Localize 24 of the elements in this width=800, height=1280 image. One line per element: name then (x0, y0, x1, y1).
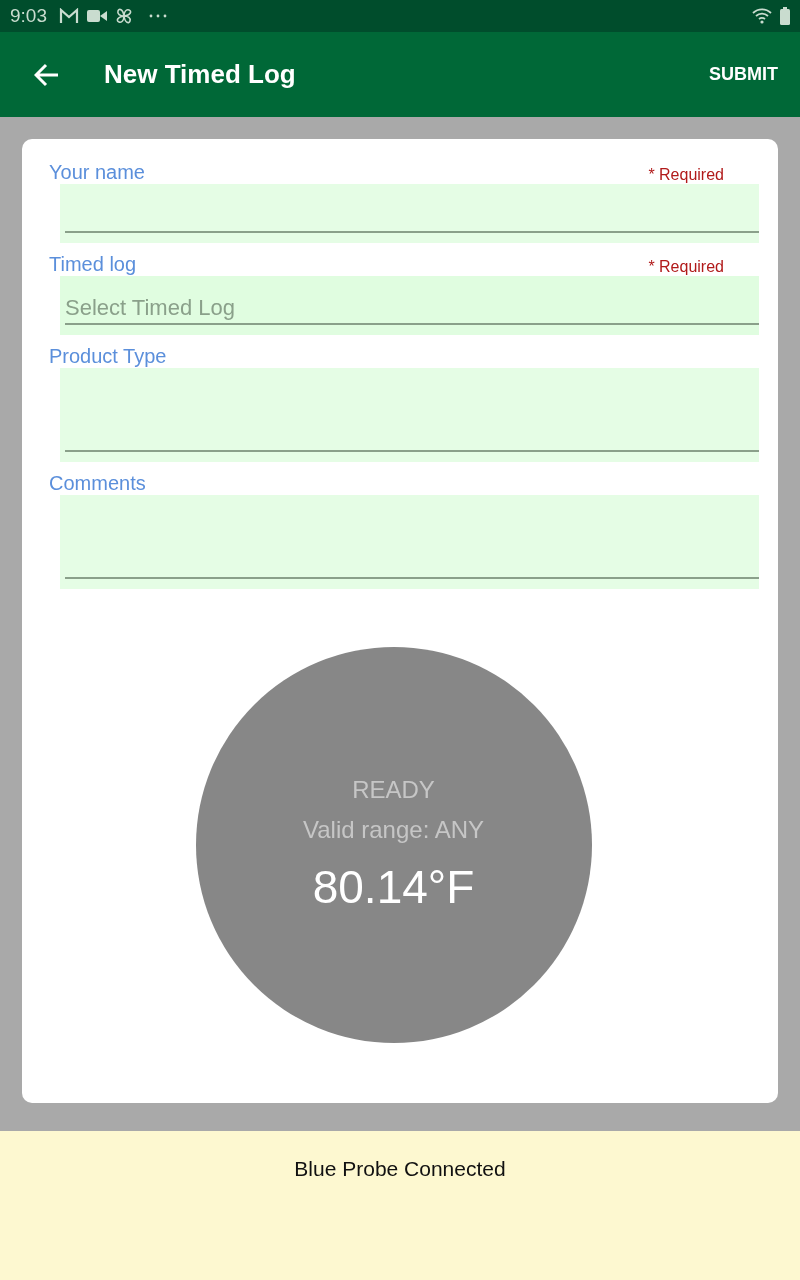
mail-icon (59, 8, 79, 24)
wifi-icon (752, 8, 772, 24)
field-label: Timed log (49, 253, 137, 276)
fan-icon (115, 7, 133, 25)
required-label: * Required (648, 258, 724, 276)
select-field[interactable]: Select Timed Log (60, 276, 759, 335)
battery-icon (780, 7, 790, 25)
temperature-reading: 80.14°F (312, 860, 475, 914)
connection-message: Blue Probe Connected (294, 1157, 506, 1182)
status-text: READY (352, 776, 435, 804)
field-label: Product Type (49, 345, 167, 368)
input-field[interactable] (60, 495, 759, 589)
video-icon (87, 9, 107, 23)
submit-button[interactable]: SUBMIT (709, 58, 778, 91)
field-label: Comments (49, 472, 146, 495)
range-text: Valid range: ANY (303, 816, 484, 844)
input-field[interactable] (60, 368, 759, 462)
field-label: Your name (49, 161, 145, 184)
input-field[interactable] (60, 184, 759, 243)
required-label: * Required (648, 166, 724, 184)
more-icon (149, 13, 167, 19)
screen-title: New Timed Log (104, 59, 297, 90)
status-time: 9:03 (10, 5, 47, 27)
back-arrow-icon[interactable] (34, 62, 60, 87)
